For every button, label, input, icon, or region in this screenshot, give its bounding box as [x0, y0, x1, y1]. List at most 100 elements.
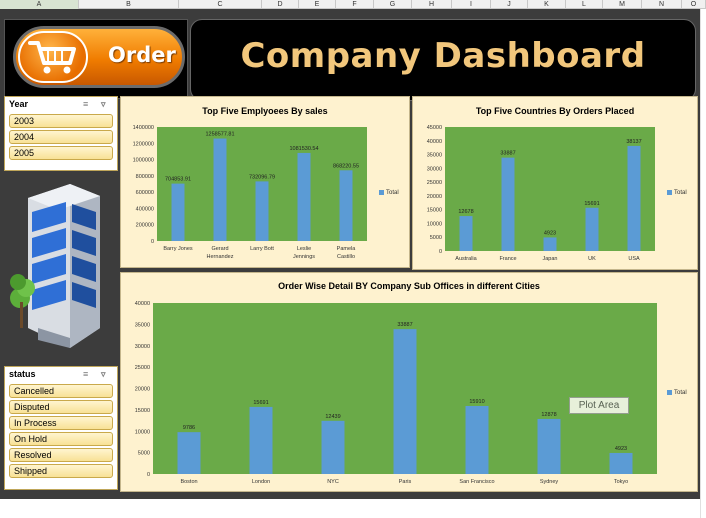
x-tick-label: Castillo: [337, 254, 355, 260]
shopping-cart-badge: [18, 31, 88, 83]
y-tick-label: 25000: [427, 180, 442, 186]
y-tick-label: 0: [151, 239, 154, 245]
data-label: 1081530.54: [289, 146, 318, 152]
legend-label: Total: [674, 390, 687, 397]
x-tick-label: Japan: [543, 256, 558, 262]
bar[interactable]: [171, 183, 185, 241]
multi-select-icon[interactable]: ≡: [83, 369, 88, 379]
bar[interactable]: [609, 452, 633, 474]
title-panel: Company Dashboard: [190, 19, 696, 101]
year-slicer-item[interactable]: 2003: [9, 114, 113, 128]
y-tick-label: 5000: [138, 451, 150, 457]
x-tick-label: NYC: [327, 479, 339, 485]
x-tick-label: UK: [588, 256, 596, 262]
bar[interactable]: [393, 329, 417, 474]
column-header-d[interactable]: D: [262, 0, 299, 9]
legend-swatch: [667, 390, 672, 395]
employees-sales-chart[interactable]: Top Five Emplyoees By sales 0 200000 40000…: [120, 96, 410, 268]
x-tick-label: Larry Bott: [250, 246, 274, 252]
year-slicer-item[interactable]: 2004: [9, 130, 113, 144]
data-label: 9786: [183, 425, 195, 431]
x-tick-label: Boston: [180, 479, 197, 485]
legend-swatch: [667, 190, 672, 195]
column-header-c[interactable]: C: [179, 0, 262, 9]
bar[interactable]: [177, 432, 201, 474]
x-tick-label: Barry Jones: [163, 246, 193, 252]
y-tick-label: 400000: [136, 206, 154, 212]
y-tick-label: 25000: [135, 365, 150, 371]
status-slicer-item[interactable]: Shipped: [9, 464, 113, 478]
clear-filter-icon[interactable]: ▿: [101, 99, 106, 110]
order-panel: Order: [4, 19, 188, 99]
bar[interactable]: [627, 145, 641, 251]
chart-legend: Total: [379, 190, 399, 196]
legend-label: Total: [674, 190, 687, 197]
column-header-k[interactable]: K: [528, 0, 566, 9]
y-tick-label: 1000000: [133, 158, 154, 164]
column-header-b[interactable]: B: [79, 0, 179, 9]
status-slicer: status ≡ ▿ Cancelled Disputed In Process…: [4, 366, 118, 490]
x-tick-label: USA: [628, 256, 640, 262]
bar[interactable]: [213, 138, 227, 241]
data-label: 15691: [584, 201, 599, 207]
status-slicer-item[interactable]: Resolved: [9, 448, 113, 462]
city-offices-chart[interactable]: Order Wise Detail BY Company Sub Offices…: [120, 272, 698, 492]
y-tick-label: 30000: [427, 166, 442, 172]
bar[interactable]: [537, 418, 561, 474]
bar[interactable]: [297, 152, 311, 241]
clear-filter-icon[interactable]: ▿: [101, 369, 106, 380]
status-slicer-item[interactable]: In Process: [9, 416, 113, 430]
bar[interactable]: [249, 406, 273, 474]
y-tick-label: 15000: [135, 408, 150, 414]
x-tick-label: Tokyo: [614, 479, 628, 485]
column-header-i[interactable]: I: [452, 0, 491, 9]
bar[interactable]: [501, 157, 515, 251]
y-tick-label: 30000: [135, 344, 150, 350]
status-slicer-header: status ≡ ▿: [5, 367, 117, 382]
data-label: 12678: [458, 209, 473, 215]
column-header-m[interactable]: M: [603, 0, 642, 9]
x-tick-label: Jennings: [293, 254, 315, 260]
x-tick-label: Sydney: [540, 479, 559, 485]
column-header-n[interactable]: N: [642, 0, 682, 9]
status-slicer-item[interactable]: Disputed: [9, 400, 113, 414]
y-tick-label: 40000: [427, 139, 442, 145]
column-header-a[interactable]: A: [0, 0, 79, 9]
bar[interactable]: [465, 405, 489, 474]
y-tick-label: 0: [147, 472, 150, 478]
bar[interactable]: [543, 237, 557, 251]
column-header-e[interactable]: E: [299, 0, 336, 9]
data-label: 704853.91: [165, 177, 191, 183]
column-header-f[interactable]: F: [336, 0, 374, 9]
data-label: 1258577.81: [205, 132, 234, 138]
countries-orders-svg: 0 5000 10000 15000 20000 25000 30000 35000 40000…: [427, 125, 655, 262]
column-header-h[interactable]: H: [412, 0, 452, 9]
bar[interactable]: [321, 420, 345, 474]
year-slicer-header: Year ≡ ▿: [5, 97, 117, 112]
countries-orders-chart[interactable]: Top Five Countries By Orders Placed 0 500…: [412, 96, 698, 270]
y-tick-label: 35000: [427, 153, 442, 159]
status-slicer-item[interactable]: On Hold: [9, 432, 113, 446]
status-slicer-item[interactable]: Cancelled: [9, 384, 113, 398]
column-header-g[interactable]: G: [374, 0, 412, 9]
bar[interactable]: [255, 181, 269, 241]
bar[interactable]: [459, 216, 473, 251]
x-tick-label: Paris: [399, 479, 412, 485]
year-slicer: Year ≡ ▿ 2003 2004 2005: [4, 96, 118, 171]
bar[interactable]: [585, 207, 599, 251]
data-label: 12878: [541, 412, 556, 418]
column-header-o[interactable]: O: [682, 0, 706, 9]
y-tick-label: 0: [439, 249, 442, 255]
bar[interactable]: [339, 170, 353, 241]
y-tick-label: 10000: [135, 429, 150, 435]
right-edge-strip: [700, 9, 706, 518]
column-header-j[interactable]: J: [491, 0, 528, 9]
x-tick-label: Pamela: [337, 246, 357, 252]
plot-area-tooltip: Plot Area: [569, 397, 629, 414]
year-slicer-item[interactable]: 2005: [9, 146, 113, 160]
order-button[interactable]: Order: [13, 26, 185, 88]
data-label: 15910: [469, 399, 484, 405]
multi-select-icon[interactable]: ≡: [83, 99, 88, 109]
y-tick-label: 35000: [135, 322, 150, 328]
column-header-l[interactable]: L: [566, 0, 603, 9]
